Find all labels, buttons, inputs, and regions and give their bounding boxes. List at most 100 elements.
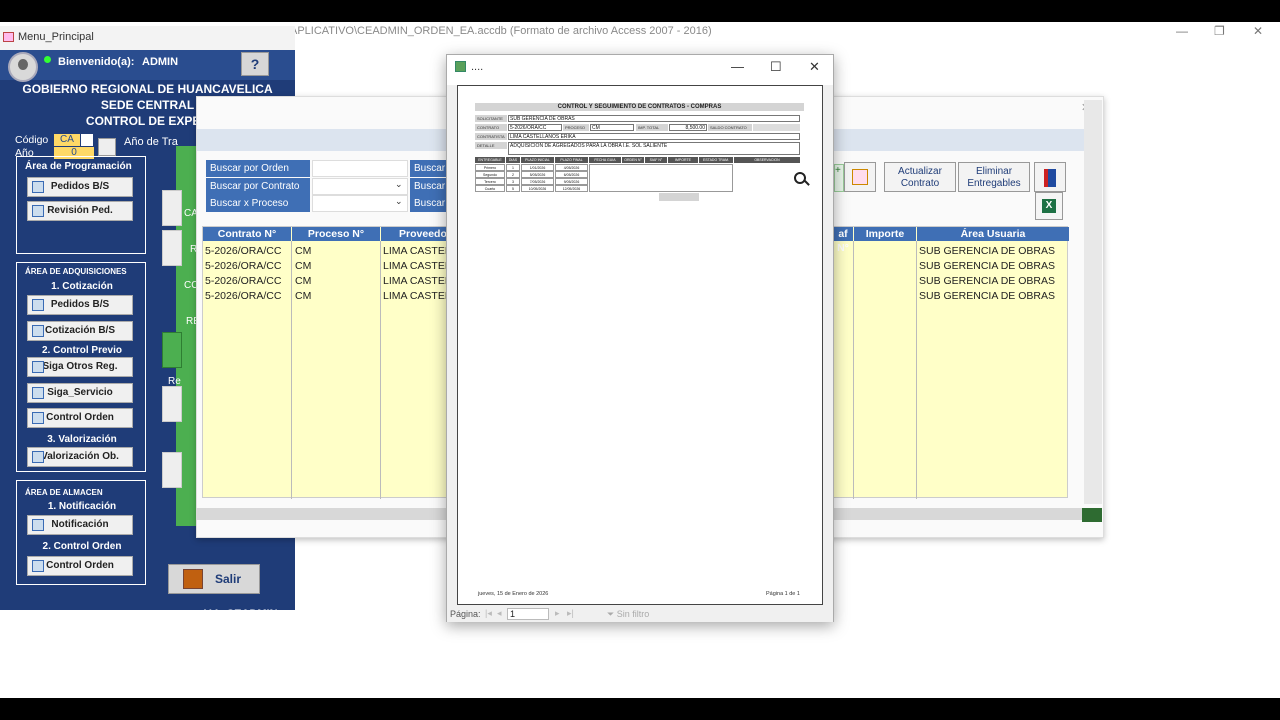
- side-button[interactable]: [162, 230, 182, 266]
- table-cell[interactable]: CM: [295, 275, 311, 287]
- col-proceso[interactable]: Proceso N°: [292, 227, 380, 241]
- maximize-icon[interactable]: ☐: [770, 59, 782, 75]
- report-icon: [455, 61, 466, 72]
- cotizacion-icon: [32, 325, 44, 337]
- table-cell[interactable]: SUB GERENCIA DE OBRAS: [919, 290, 1055, 302]
- side-button-active[interactable]: [162, 332, 182, 368]
- close-icon[interactable]: ✕: [809, 59, 820, 75]
- prog-pedidos-label: Pedidos B/S: [50, 181, 110, 192]
- alm-control-orden-button[interactable]: Control Orden: [27, 556, 133, 576]
- first-page-icon[interactable]: |◂: [485, 608, 492, 619]
- exit-button[interactable]: [1034, 162, 1066, 192]
- table-row[interactable]: 5-2026/ORA/CC: [205, 245, 281, 257]
- minimize-icon[interactable]: —: [1176, 24, 1188, 38]
- table-cell[interactable]: CM: [295, 260, 311, 272]
- buscar-orden-input[interactable]: [312, 160, 408, 177]
- report-cell: Segundo: [475, 171, 505, 178]
- table-cell[interactable]: SUB GERENCIA DE OBRAS: [919, 260, 1055, 272]
- table-row[interactable]: 5-2026/ORA/CC: [205, 260, 281, 272]
- add-icon[interactable]: +: [834, 164, 844, 192]
- org-line-1: GOBIERNO REGIONAL DE HUANCAVELICA: [22, 82, 273, 96]
- vertical-scrollbar[interactable]: [1084, 100, 1102, 504]
- edit-icon: [852, 169, 868, 185]
- control-previo-subhead: 2. Control Previo: [41, 345, 122, 356]
- siga-icon: [32, 387, 44, 399]
- side-button[interactable]: [162, 452, 182, 488]
- minimize-icon[interactable]: —: [731, 59, 744, 74]
- valorizacion-button[interactable]: Valorización Ob.: [27, 447, 133, 467]
- close-icon[interactable]: ✕: [1253, 24, 1263, 38]
- grid-divider: [291, 241, 292, 499]
- siga-otros-button[interactable]: Siga Otros Reg.: [27, 357, 133, 377]
- exit-door-icon: [183, 569, 203, 589]
- col-contrato[interactable]: Contrato N°: [203, 227, 291, 241]
- table-row[interactable]: 5-2026/ORA/CC: [205, 275, 281, 287]
- table-cell[interactable]: SUB GERENCIA DE OBRAS: [919, 275, 1055, 287]
- revision-label: Revisión Ped.: [47, 205, 113, 216]
- anio-trab-label: Año de Tra: [124, 136, 178, 148]
- table-cell[interactable]: SUB GERENCIA DE OBRAS: [919, 245, 1055, 257]
- adquisiciones-section: ÁREA DE ADQUISICIONES 1. Cotización Pedi…: [16, 262, 146, 472]
- col-importe[interactable]: Importe: [854, 227, 916, 241]
- proceso-label: PROCESO: [563, 124, 589, 131]
- report-cell: 3: [506, 178, 520, 185]
- report-cell: 5: [506, 185, 520, 192]
- control-orden-button[interactable]: Control Orden: [27, 408, 133, 428]
- restore-icon[interactable]: ❐: [1214, 24, 1225, 38]
- last-page-icon[interactable]: ▸|: [567, 608, 574, 619]
- adq-pedidos-button[interactable]: Pedidos B/S: [27, 295, 133, 315]
- document-icon: [32, 560, 44, 572]
- col-siaf[interactable]: af N°: [833, 227, 853, 254]
- saldo-value: [753, 124, 800, 131]
- excel-export-icon[interactable]: [1035, 192, 1063, 220]
- prog-pedidos-button[interactable]: Pedidos B/S: [27, 177, 133, 197]
- report-col: DIAS: [506, 157, 520, 163]
- report-cell: 1/01/2026: [521, 164, 554, 171]
- contratista-value: LIMA CASTELLANOS ERIKA: [508, 133, 800, 140]
- report-footer-date: jueves, 15 de Enero de 2026: [478, 591, 549, 597]
- next-page-icon[interactable]: ▸: [555, 608, 560, 619]
- siga-servicio-button[interactable]: Siga_Servicio: [27, 383, 133, 403]
- prev-page-icon[interactable]: ◂: [497, 608, 502, 619]
- chevron-down-icon[interactable]: ⌄: [395, 196, 403, 207]
- report-cell: 7/05/2026: [521, 178, 554, 185]
- refresh-icon[interactable]: [98, 138, 116, 156]
- access-title: APLICATIVO\CEADMIN_ORDEN_EA.accdb (Forma…: [290, 25, 712, 37]
- codigo-dropdown-icon[interactable]: [81, 134, 93, 146]
- side-button[interactable]: [162, 190, 182, 226]
- cotizacion-button[interactable]: Cotización B/S: [27, 321, 133, 341]
- siga-otros-label: Siga Otros Reg.: [42, 361, 118, 372]
- table-cell[interactable]: CM: [295, 245, 311, 257]
- form-icon: [3, 32, 14, 42]
- revision-pedidos-button[interactable]: Revisión Ped.: [27, 201, 133, 221]
- notificacion-button[interactable]: Notificación: [27, 515, 133, 535]
- buscar-proceso-label: Buscar x Proceso: [206, 195, 310, 212]
- valorizacion-subhead: 3. Valorización: [47, 434, 117, 445]
- page-number-input[interactable]: 1: [507, 608, 549, 620]
- cotizacion-subhead: 1. Cotización: [51, 281, 113, 292]
- version-label: V.1: CEADMIN: [204, 608, 278, 620]
- table-row[interactable]: 5-2026/ORA/CC: [205, 290, 281, 302]
- buscar-contrato-combo[interactable]: [312, 178, 408, 195]
- report-col: ESTADO TRAM.: [699, 157, 733, 163]
- help-button[interactable]: ?: [241, 52, 269, 76]
- filter-status[interactable]: ⏷ Sin filtro: [607, 609, 649, 620]
- welcome-label: Bienvenido(a):: [58, 56, 135, 68]
- report-col: FECHA GUIA: [589, 157, 621, 163]
- exit-icon: [1044, 169, 1056, 187]
- table-cell[interactable]: CM: [295, 290, 311, 302]
- solicitante-value: SUB GERENCIA DE OBRAS: [508, 115, 800, 122]
- alm-control-orden-subhead: 2. Control Orden: [42, 541, 122, 552]
- codigo-field[interactable]: CA: [54, 134, 80, 146]
- buscar-proceso-combo[interactable]: [312, 195, 408, 212]
- side-button[interactable]: [162, 386, 182, 422]
- edit-button[interactable]: [844, 162, 876, 192]
- status-bar-green: [1082, 508, 1102, 522]
- actualizar-contrato-button[interactable]: Actualizar Contrato: [884, 162, 956, 192]
- chevron-down-icon[interactable]: ⌄: [395, 179, 403, 190]
- col-area-usuaria[interactable]: Área Usuaria: [917, 227, 1069, 241]
- salir-button[interactable]: Salir: [168, 564, 260, 594]
- notificacion-subhead: 1. Notificación: [47, 501, 117, 512]
- eliminar-entregables-button[interactable]: Eliminar Entregables: [958, 162, 1030, 192]
- programacion-title: Área de Programación: [25, 161, 132, 172]
